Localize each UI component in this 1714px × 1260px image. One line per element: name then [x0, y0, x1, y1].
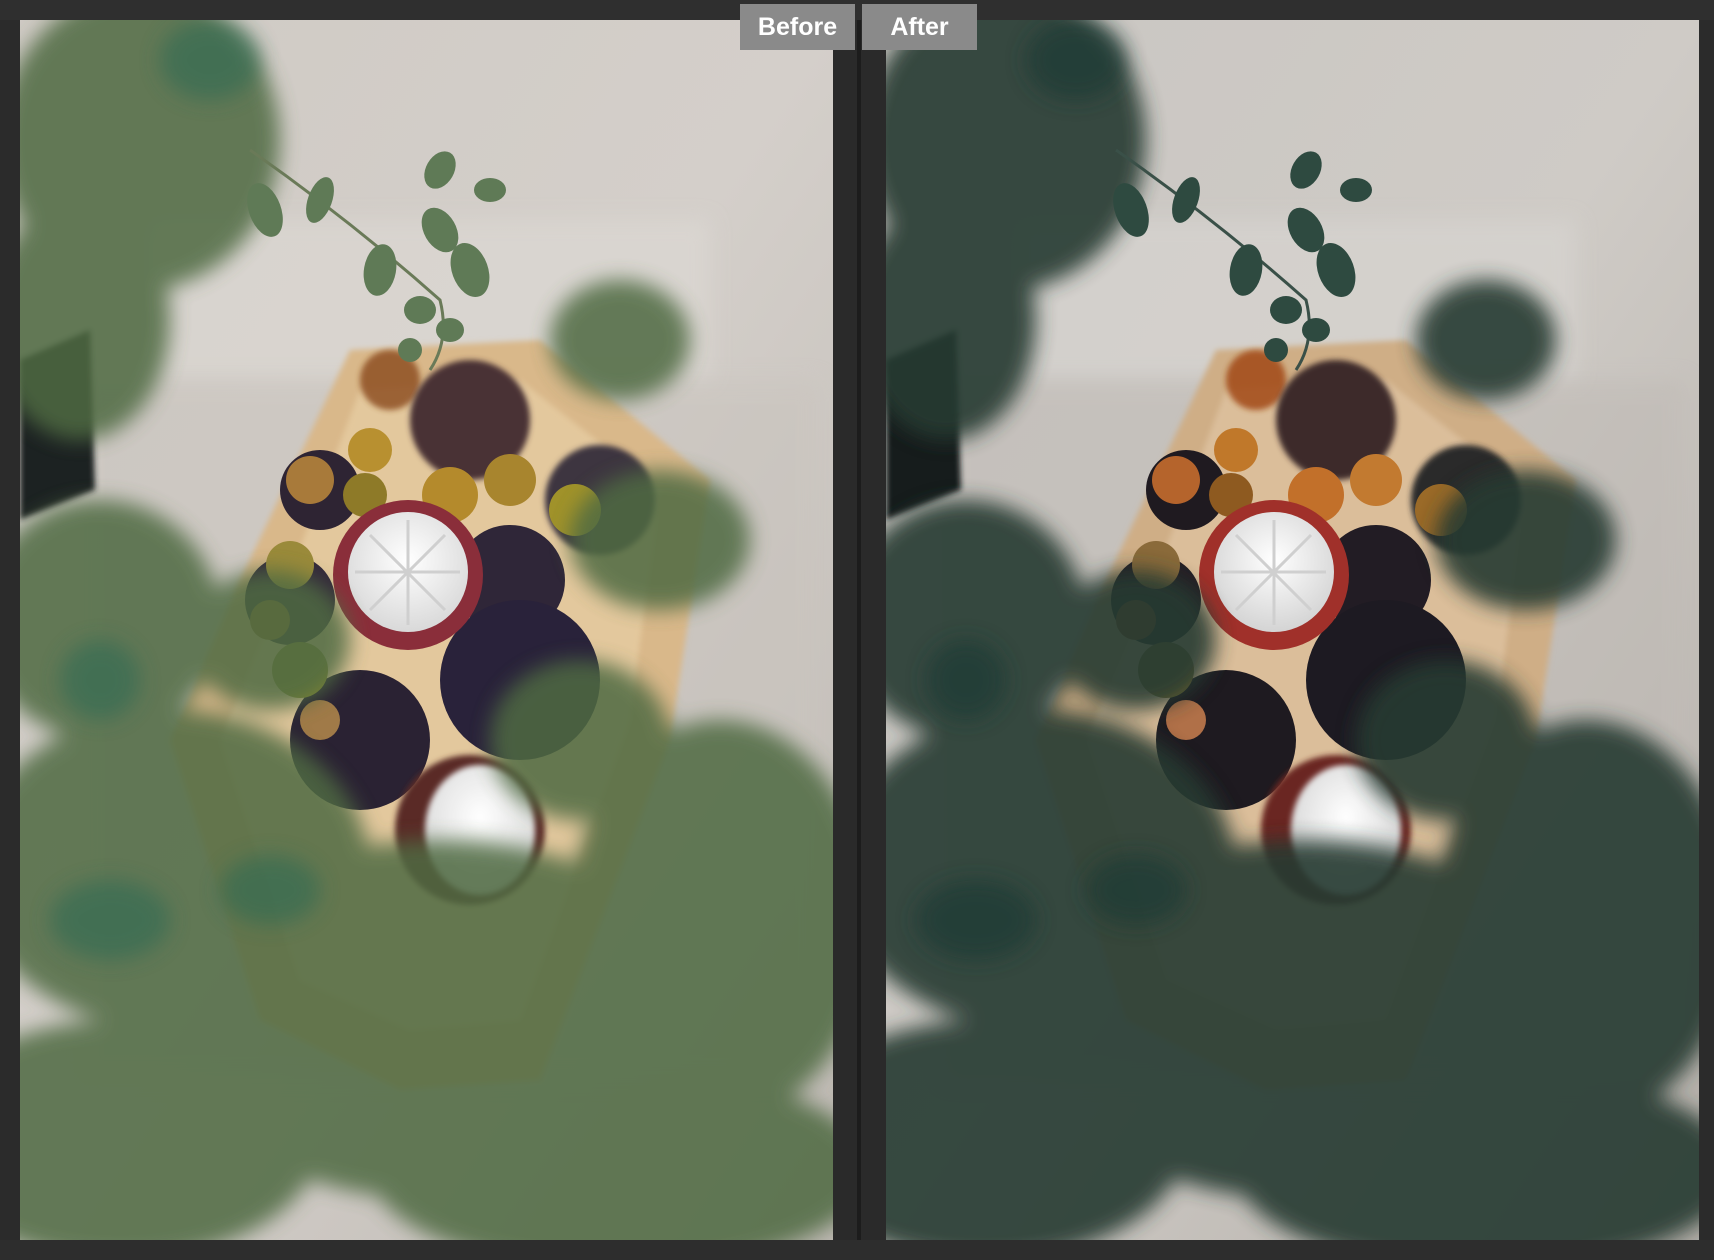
top-toolbar-strip	[0, 0, 1714, 20]
before-image-pane[interactable]	[20, 20, 833, 1240]
bottom-toolbar-strip	[0, 1240, 1714, 1260]
after-image-pane[interactable]	[886, 20, 1699, 1240]
after-photo	[886, 20, 1699, 1240]
before-photo	[20, 20, 833, 1240]
after-label: After	[862, 4, 977, 50]
split-handle[interactable]	[857, 20, 861, 1240]
before-after-compare-view: Before After	[0, 0, 1714, 1260]
before-label: Before	[740, 4, 855, 50]
